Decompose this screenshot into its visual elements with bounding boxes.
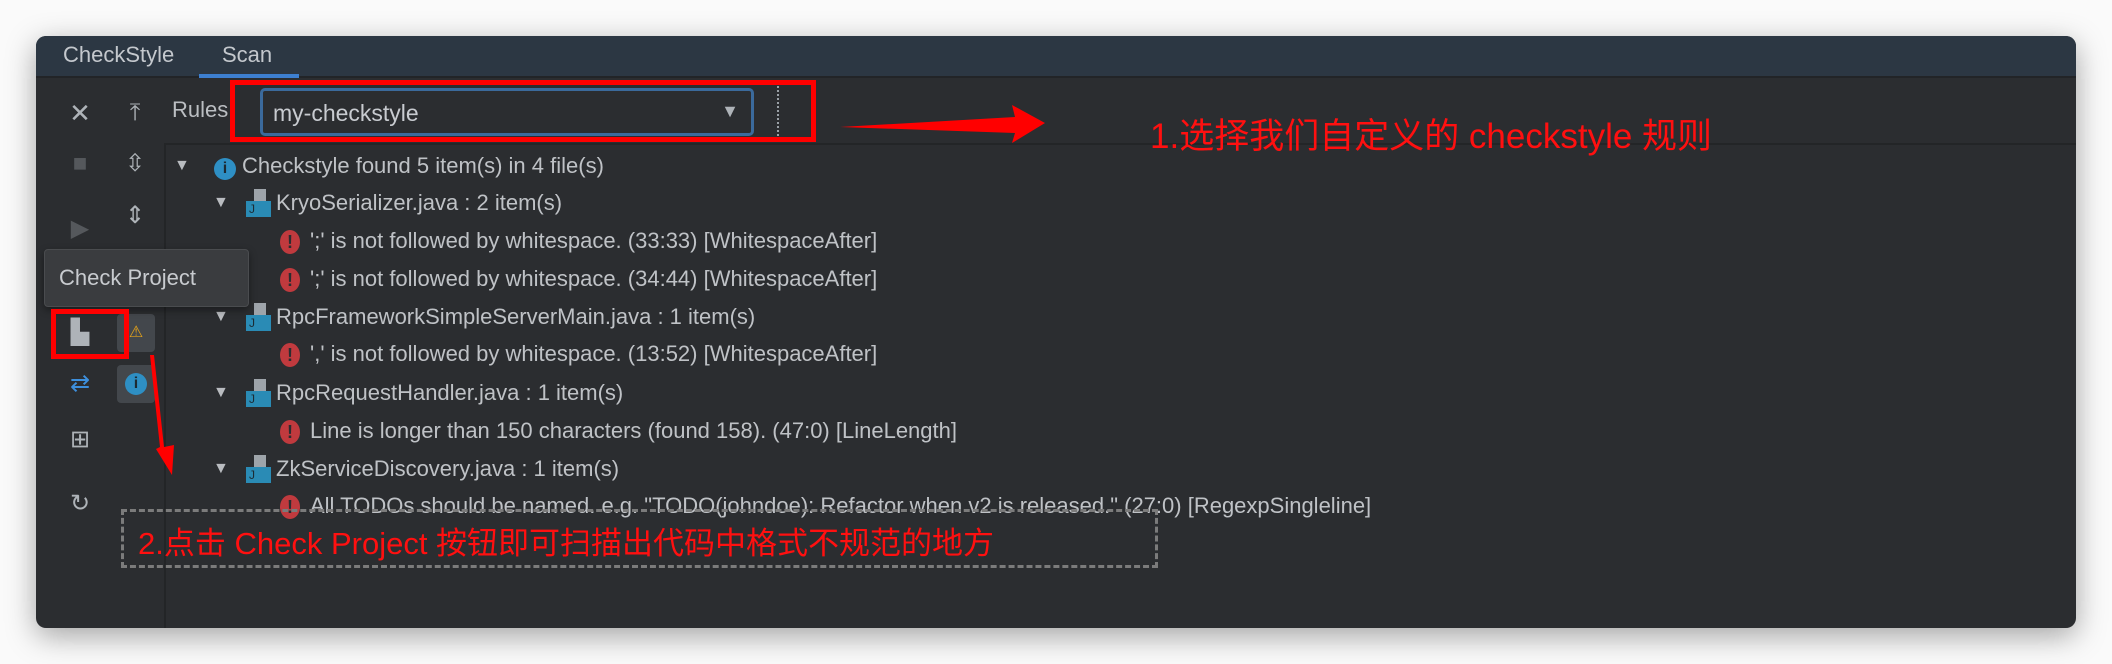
file-row[interactable]: ▼ KryoSerializer.java : 2 item(s) xyxy=(213,185,562,221)
java-file-icon xyxy=(246,455,271,483)
issue-text: Line is longer than 150 characters (foun… xyxy=(310,418,957,443)
stop-icon[interactable]: ■ xyxy=(65,149,95,179)
check-module-icon[interactable]: ⇄ xyxy=(65,369,95,399)
annotation-step1: 1.选择我们自定义的 checkstyle 规则 xyxy=(1150,117,1713,156)
annotation-highlight-check-project xyxy=(51,309,129,359)
java-file-icon xyxy=(246,303,271,331)
tab-scan[interactable]: Scan xyxy=(222,42,272,68)
expand-arrow-icon[interactable]: ▼ xyxy=(213,375,229,411)
error-icon: ! xyxy=(280,420,300,444)
expand-arrow-icon[interactable]: ▼ xyxy=(213,451,229,487)
annotation-arrow-down xyxy=(150,355,174,475)
export-icon[interactable]: ⤒ xyxy=(120,98,150,128)
issue-row[interactable]: ! ';' is not followed by whitespace. (33… xyxy=(280,223,877,259)
info-icon: i xyxy=(214,155,236,180)
rules-label: Rules: xyxy=(172,97,235,122)
file-name: RpcRequestHandler.java : 1 item(s) xyxy=(276,380,624,405)
file-name: ZkServiceDiscovery.java : 1 item(s) xyxy=(276,456,620,481)
issue-row[interactable]: ! ',' is not followed by whitespace. (13… xyxy=(280,336,877,372)
expand-all-icon[interactable]: ⇳ xyxy=(120,149,150,179)
tab-bar: CheckStyle Scan xyxy=(36,36,2076,78)
file-name: KryoSerializer.java : 2 item(s) xyxy=(276,190,563,215)
issue-row[interactable]: ! Line is longer than 150 characters (fo… xyxy=(280,413,957,449)
issue-text: ',' is not followed by whitespace. (13:5… xyxy=(310,341,878,366)
expand-arrow-icon[interactable]: ▼ xyxy=(213,185,229,221)
run-icon[interactable]: ▶ xyxy=(65,214,95,244)
annotation-highlight-rules xyxy=(230,80,816,142)
error-icon: ! xyxy=(280,268,300,292)
file-row[interactable]: ▼ RpcRequestHandler.java : 1 item(s) xyxy=(213,375,623,411)
check-project-tooltip: Check Project xyxy=(44,249,249,307)
issue-text: ';' is not followed by whitespace. (34:4… xyxy=(310,266,878,291)
issue-text: ';' is not followed by whitespace. (33:3… xyxy=(310,228,878,253)
active-tab-indicator xyxy=(199,74,299,78)
error-icon: ! xyxy=(280,230,300,254)
java-file-icon xyxy=(246,189,271,217)
collapse-all-icon[interactable]: ⇕ xyxy=(120,201,150,231)
summary-text: Checkstyle found 5 item(s) in 4 file(s) xyxy=(242,153,604,178)
close-icon[interactable]: ✕ xyxy=(65,98,95,128)
error-icon: ! xyxy=(280,343,300,367)
check-current-file-icon[interactable]: ⊞ xyxy=(65,425,95,455)
issue-row[interactable]: ! ';' is not followed by whitespace. (34… xyxy=(280,261,877,297)
file-row[interactable]: ▼ ZkServiceDiscovery.java : 1 item(s) xyxy=(213,451,619,487)
java-file-icon xyxy=(246,379,271,407)
annotation-step2: 2.点击 Check Project 按钮即可扫描出代码中格式不规范的地方 xyxy=(138,526,995,561)
annotation-arrow-right xyxy=(840,105,1045,143)
divider xyxy=(164,143,2076,145)
refresh-icon[interactable]: ↻ xyxy=(65,489,95,519)
expand-arrow-icon[interactable]: ▼ xyxy=(174,148,190,184)
tab-checkstyle[interactable]: CheckStyle xyxy=(63,42,174,68)
file-name: RpcFrameworkSimpleServerMain.java : 1 it… xyxy=(276,304,756,329)
